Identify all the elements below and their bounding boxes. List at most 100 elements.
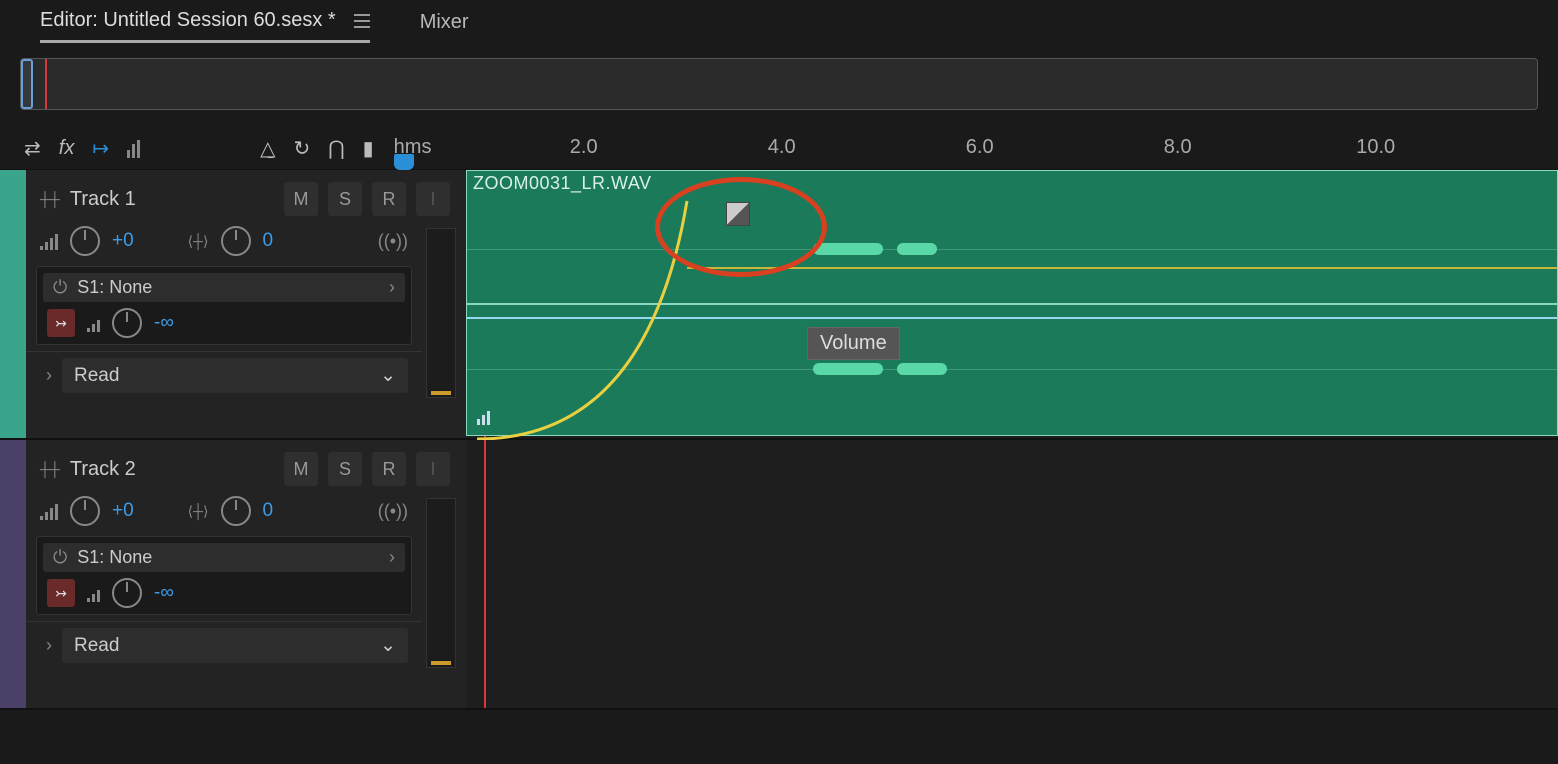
overview-viewport-handle[interactable] [21, 59, 33, 109]
automation-mode-select[interactable]: Read ⌄ [62, 358, 408, 393]
send-value[interactable]: -∞ [154, 582, 174, 604]
input-monitor-button[interactable]: I [416, 182, 450, 216]
route-prefader-icon[interactable]: ↣ [47, 309, 75, 337]
input-monitor-button[interactable]: I [416, 452, 450, 486]
track-row: ┼┼ Track 1 M S R I +0 ⟨┼⟩ 0 [0, 170, 1558, 440]
waveform-icon: ┼┼ [40, 191, 60, 207]
tab-editor[interactable]: Editor: Untitled Session 60.sesx * [40, 9, 370, 43]
audio-clip[interactable]: ZOOM0031_LR.WAV Vol [466, 170, 1558, 436]
pan-knob[interactable] [221, 226, 251, 256]
playhead-line [484, 440, 486, 708]
chevron-right-icon: › [389, 547, 395, 568]
level-meter [426, 498, 456, 668]
eq-icon[interactable] [127, 140, 140, 158]
pan-knob[interactable] [221, 496, 251, 526]
playhead-handle[interactable] [394, 154, 414, 170]
tab-mixer[interactable]: Mixer [420, 11, 469, 42]
waveform-icon: ┼┼ [40, 461, 60, 477]
track-panel: ┼┼ Track 1 M S R I +0 ⟨┼⟩ 0 [26, 170, 466, 438]
chevron-down-icon: ⌄ [380, 634, 396, 657]
ruler-tick: 6.0 [966, 136, 994, 159]
tooltip: Volume [807, 327, 900, 360]
overview-playhead [45, 59, 47, 109]
record-button[interactable]: R [372, 452, 406, 486]
timeline-overview[interactable] [20, 58, 1538, 110]
waveform [813, 243, 883, 255]
send-label: S1: None [77, 547, 152, 568]
tool-group-snap: △̱ ↻ ⋂ ▮ [260, 136, 374, 161]
tab-mixer-label: Mixer [420, 11, 469, 34]
tracks-area: ┼┼ Track 1 M S R I +0 ⟨┼⟩ 0 [0, 170, 1558, 710]
track-name[interactable]: Track 1 [70, 188, 274, 211]
power-icon[interactable]: ⏻ [53, 547, 67, 568]
chevron-right-icon[interactable]: › [46, 365, 52, 386]
automation-mode-select[interactable]: Read ⌄ [62, 628, 408, 663]
level-icon [87, 314, 100, 332]
ruler-tick: 4.0 [768, 136, 796, 159]
track-row: ┼┼ Track 2 M S R I +0 ⟨┼⟩ 0 [0, 440, 1558, 710]
inputs-outputs-icon[interactable]: ⇄ [24, 136, 41, 161]
level-meter [426, 228, 456, 398]
ruler-tick: 8.0 [1164, 136, 1192, 159]
send-label: S1: None [77, 277, 152, 298]
pan-icon: ⟨┼⟩ [188, 503, 209, 520]
timeline-ruler[interactable]: hms 2.0 4.0 6.0 8.0 10.0 [386, 128, 1558, 170]
stereo-mono-icon[interactable]: ((•)) [378, 501, 408, 522]
track-color-strip[interactable] [0, 440, 26, 708]
sends-icon[interactable]: ↦ [92, 136, 109, 161]
track-header: ┼┼ Track 1 M S R I [26, 176, 460, 222]
waveform [897, 363, 947, 375]
mute-button[interactable]: M [284, 182, 318, 216]
power-icon[interactable]: ⏻ [53, 277, 67, 298]
toolbar: ⇄ fx ↦ △̱ ↻ ⋂ ▮ hms 2.0 4.0 6.0 8.0 10.0 [0, 128, 1558, 170]
chevron-down-icon: ⌄ [380, 364, 396, 387]
solo-button[interactable]: S [328, 452, 362, 486]
volume-icon [40, 502, 58, 520]
pan-icon: ⟨┼⟩ [188, 233, 209, 250]
mute-button[interactable]: M [284, 452, 318, 486]
volume-pan-row: +0 ⟨┼⟩ 0 ((•)) [26, 222, 422, 260]
volume-pan-row: +0 ⟨┼⟩ 0 ((•)) [26, 492, 422, 530]
solo-button[interactable]: S [328, 182, 362, 216]
track-lane[interactable]: ZOOM0031_LR.WAV Vol [466, 170, 1558, 438]
tab-editor-label: Editor: Untitled Session 60.sesx * [40, 9, 336, 32]
chevron-right-icon[interactable]: › [46, 635, 52, 656]
record-button[interactable]: R [372, 182, 406, 216]
loop-icon[interactable]: ↻ [293, 136, 310, 161]
route-prefader-icon[interactable]: ↣ [47, 579, 75, 607]
snap-icon[interactable]: ⋂ [328, 136, 344, 161]
sends-box: ⏻ S1: None › ↣ -∞ [36, 536, 412, 615]
automation-mode-label: Read [74, 365, 119, 387]
fade-in-handle[interactable] [727, 203, 749, 225]
sends-box: ⏻ S1: None › ↣ -∞ [36, 266, 412, 345]
waveform [813, 363, 883, 375]
pan-value[interactable]: 0 [263, 500, 274, 522]
metronome-icon[interactable]: △̱ [260, 136, 275, 161]
track-header: ┼┼ Track 2 M S R I [26, 446, 460, 492]
stereo-mono-icon[interactable]: ((•)) [378, 231, 408, 252]
volume-knob[interactable] [70, 496, 100, 526]
panel-menu-icon[interactable] [354, 14, 370, 28]
track-lane[interactable] [466, 440, 1558, 708]
volume-value[interactable]: +0 [112, 500, 134, 522]
automation-row: › Read ⌄ [26, 621, 422, 669]
send-slot[interactable]: ⏻ S1: None › [43, 273, 405, 302]
fade-in-curve[interactable] [467, 181, 727, 441]
track-panel: ┼┼ Track 2 M S R I +0 ⟨┼⟩ 0 [26, 440, 466, 708]
pan-value[interactable]: 0 [263, 230, 274, 252]
automation-mode-label: Read [74, 635, 119, 657]
volume-knob[interactable] [70, 226, 100, 256]
volume-value[interactable]: +0 [112, 230, 134, 252]
tool-group-left: ⇄ fx ↦ [24, 136, 140, 161]
send-slot[interactable]: ⏻ S1: None › [43, 543, 405, 572]
send-value[interactable]: -∞ [154, 312, 174, 334]
send-knob[interactable] [112, 308, 142, 338]
send-knob[interactable] [112, 578, 142, 608]
track-name[interactable]: Track 2 [70, 458, 274, 481]
pan-envelope-line[interactable] [687, 267, 1557, 269]
chevron-right-icon: › [389, 277, 395, 298]
clip-gain-icon[interactable] [477, 407, 490, 425]
marker-icon[interactable]: ▮ [363, 136, 374, 161]
effects-icon[interactable]: fx [59, 137, 75, 160]
track-color-strip[interactable] [0, 170, 26, 438]
